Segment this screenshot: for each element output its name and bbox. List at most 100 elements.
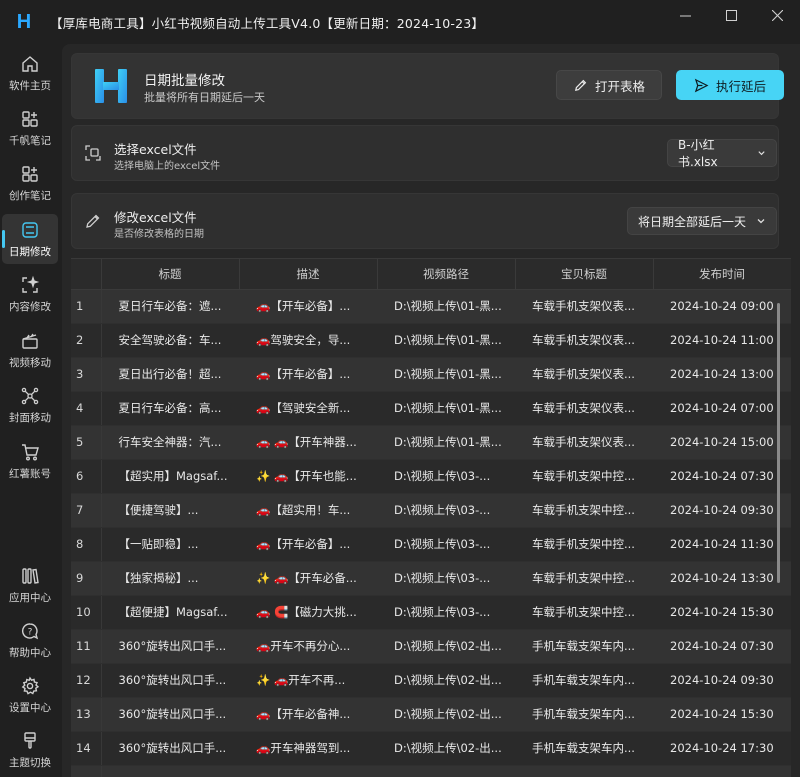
minimize-button[interactable] <box>662 0 708 30</box>
modify-excel-subtitle: 是否修改表格的日期 <box>114 229 204 240</box>
edit-icon <box>575 79 587 91</box>
table-cell: 车载手机支架中控... <box>515 561 653 596</box>
column-header[interactable]: 描述 <box>239 259 378 290</box>
table-cell: 2024-10-24 15:30 <box>653 697 791 732</box>
table-row[interactable]: 14 360°旋转出风口手... 🚗开车神器驾到... D:\视频上传\02-出...… <box>71 731 791 766</box>
column-header[interactable]: 视频路径 <box>377 259 516 290</box>
open-table-button[interactable]: 打开表格 <box>556 70 662 100</box>
table-scrollbar[interactable] <box>777 303 780 583</box>
sidebar-item-video-move[interactable]: 视频移动 <box>2 325 58 375</box>
excel-file-dropdown[interactable]: B-小红书.xlsx <box>667 138 777 169</box>
table-row[interactable]: 3 夏日出行必备！超... 🚗【开车必备】... D:\视频上传\01-黑... 车载手… <box>71 357 791 392</box>
maximize-button[interactable] <box>708 0 754 30</box>
table-cell: 车载手机支架仪表... <box>515 357 653 392</box>
table-cell: 2024-10-24 15:30 <box>653 595 791 630</box>
table-cell: 2024-10-24 07:30 <box>653 459 791 494</box>
sidebar-item-label: 视频移动 <box>9 357 51 369</box>
table-cell: 2024-10-24 17:30 <box>653 731 791 766</box>
row-index-cell: 7 <box>71 493 102 528</box>
sidebar-item-label: 封面移动 <box>9 412 51 424</box>
sidebar-item-label: 千帆笔记 <box>9 135 51 147</box>
row-index-cell: 15 <box>71 765 102 777</box>
table-cell: 【超便捷】Magsaf... <box>101 595 239 630</box>
sidebar-item-label: 软件主页 <box>9 80 51 92</box>
table-cell: 【一贴即稳】... <box>101 527 239 562</box>
table-cell: 夏日出行必备！超... <box>101 357 239 392</box>
execute-delay-label: 执行延后 <box>715 78 766 94</box>
table-row[interactable]: 5 行车安全神器：汽... 🚗 🚗【开车神器... D:\视频上传\01-黑... 车载… <box>71 425 791 460</box>
select-excel-title: 选择excel文件 <box>114 142 197 157</box>
table-cell: 🚗【开车必备神... <box>239 697 377 732</box>
column-header[interactable]: 发布时间 <box>653 259 791 290</box>
sidebar-item-qianfan-notes[interactable]: 千帆笔记 <box>2 103 58 153</box>
help-chat-icon: ? <box>19 620 41 642</box>
column-header[interactable]: 宝贝标题 <box>515 259 654 290</box>
table-cell: 车载手机支架仪表... <box>515 391 653 426</box>
table-cell: 车载手机支架仪表... <box>515 289 653 324</box>
sparkle-frame-icon <box>19 274 41 296</box>
minimize-icon <box>679 15 691 16</box>
row-index-cell: 12 <box>71 663 102 698</box>
file-select-icon <box>84 144 102 162</box>
table-cell: 2024-10-24 13:00 <box>653 357 791 392</box>
sidebar-item-app-center[interactable]: 应用中心 <box>2 560 58 610</box>
table-row[interactable]: 1 夏日行车必备：遮... 🚗【开车必备】... D:\视频上传\01-黑... 车载手… <box>71 289 791 324</box>
table-cell: 2024-10-24 11:00 <box>653 323 791 358</box>
table-row[interactable]: 7 【便捷驾驶】... 🚗【超实用！车... D:\视频上传\03-... 车载手机支架… <box>71 493 791 528</box>
table-cell: D:\视频上传\03-... <box>377 527 515 562</box>
table-row[interactable]: 12 360°旋转出风口手... ✨ 🚗开车不再... D:\视频上传\02-出...… <box>71 663 791 698</box>
sidebar-item-create-notes[interactable]: 创作笔记 <box>2 158 58 208</box>
open-table-label: 打开表格 <box>594 78 645 94</box>
clapperboard-icon <box>19 330 41 352</box>
table-row[interactable]: 8 【一贴即稳】... 🚗【开车必备】... D:\视频上传\03-... 车载手机支架… <box>71 527 791 562</box>
sidebar-item-help-center[interactable]: ? 帮助中心 <box>2 615 58 665</box>
execute-delay-button[interactable]: 执行延后 <box>676 70 784 100</box>
sidebar-item-theme[interactable]: 主题切换 <box>2 725 58 775</box>
sidebar-item-home[interactable]: 软件主页 <box>2 48 58 98</box>
close-button[interactable] <box>754 0 800 30</box>
table-cell <box>653 765 791 777</box>
column-header[interactable]: 标题 <box>101 259 240 290</box>
sidebar-item-label: 日期修改 <box>9 246 51 258</box>
table-row[interactable]: 2 安全驾驶必备：车... 🚗驾驶安全，导... D:\视频上传\01-黑... 车载手… <box>71 323 791 358</box>
table-row[interactable]: 9 【独家揭秘】... ✨ 🚗【开车必备... D:\视频上传\03-... 车载手机支… <box>71 561 791 596</box>
table-cell: 🚗【开车必备】... <box>239 289 377 324</box>
sidebar-item-settings[interactable]: 设置中心 <box>2 670 58 720</box>
sidebar-item-account[interactable]: 红薯账号 <box>2 436 58 486</box>
table-row[interactable]: 13 360°旋转出风口手... 🚗【开车必备神... D:\视频上传\02-出...… <box>71 697 791 732</box>
modify-mode-dropdown[interactable]: 将日期全部延后一天 <box>627 207 777 235</box>
sidebar-item-label: 创作笔记 <box>9 190 51 202</box>
table-row[interactable]: 4 夏日行车必备：高... 🚗【驾驶安全新... D:\视频上传\01-黑... 车载手… <box>71 391 791 426</box>
row-index-cell: 2 <box>71 323 102 358</box>
table-cell: D:\视频上传\03-... <box>377 459 515 494</box>
row-index-cell: 5 <box>71 425 102 460</box>
table-cell: D:\视频上传\03-... <box>377 595 515 630</box>
sidebar-item-cover-move[interactable]: 封面移动 <box>2 380 58 430</box>
table-cell: 2024-10-24 11:30 <box>653 527 791 562</box>
table-cell: 🚗开车不再分心... <box>239 629 377 664</box>
table-cell: 车载手机支架仪表... <box>515 425 653 460</box>
data-table: 标题 描述 视频路径 宝贝标题 发布时间 1 夏日行车必备：遮... 🚗【开车必备】… <box>71 258 791 777</box>
sidebar-item-content-modify[interactable]: 内容修改 <box>2 269 58 319</box>
table-cell: 360°旋转出风口手... <box>101 731 239 766</box>
table-cell: 2024-10-24 15:00 <box>653 425 791 460</box>
table-cell: 🚗 🚗【开车神器... <box>239 425 377 460</box>
table-cell: ✨ 🚗【开车也能... <box>239 459 377 494</box>
table-cell: D:\视频上传\02-出... <box>377 731 515 766</box>
excel-file-value: B-小红书.xlsx <box>678 138 718 169</box>
table-row[interactable]: 15 <box>71 765 791 777</box>
table-cell: 🚗【开车必备】... <box>239 527 377 562</box>
table-cell: D:\视频上传\01-黑... <box>377 425 515 460</box>
row-index-cell: 1 <box>71 289 102 324</box>
table-cell: 车载手机支架中控... <box>515 595 653 630</box>
table-row[interactable]: 10 【超便捷】Magsaf... 🚗 🧲【磁力大挑... D:\视频上传\03-..… <box>71 595 791 630</box>
chevron-down-icon <box>758 151 765 156</box>
brush-icon <box>19 730 41 752</box>
table-row[interactable]: 11 360°旋转出风口手... 🚗开车不再分心... D:\视频上传\02-出...… <box>71 629 791 664</box>
table-cell: 安全驾驶必备：车... <box>101 323 239 358</box>
table-cell: 🚗开车神器驾到... <box>239 731 377 766</box>
sidebar-item-date-modify[interactable]: 日期修改 <box>2 214 58 264</box>
sidebar-item-label: 主题切换 <box>9 757 51 769</box>
main-panel: 日期批量修改 批量将所有日期延后一天 打开表格 执行延后 选择excel文件 选… <box>62 44 800 777</box>
table-row[interactable]: 6 【超实用】Magsaf... ✨ 🚗【开车也能... D:\视频上传\03-...… <box>71 459 791 494</box>
